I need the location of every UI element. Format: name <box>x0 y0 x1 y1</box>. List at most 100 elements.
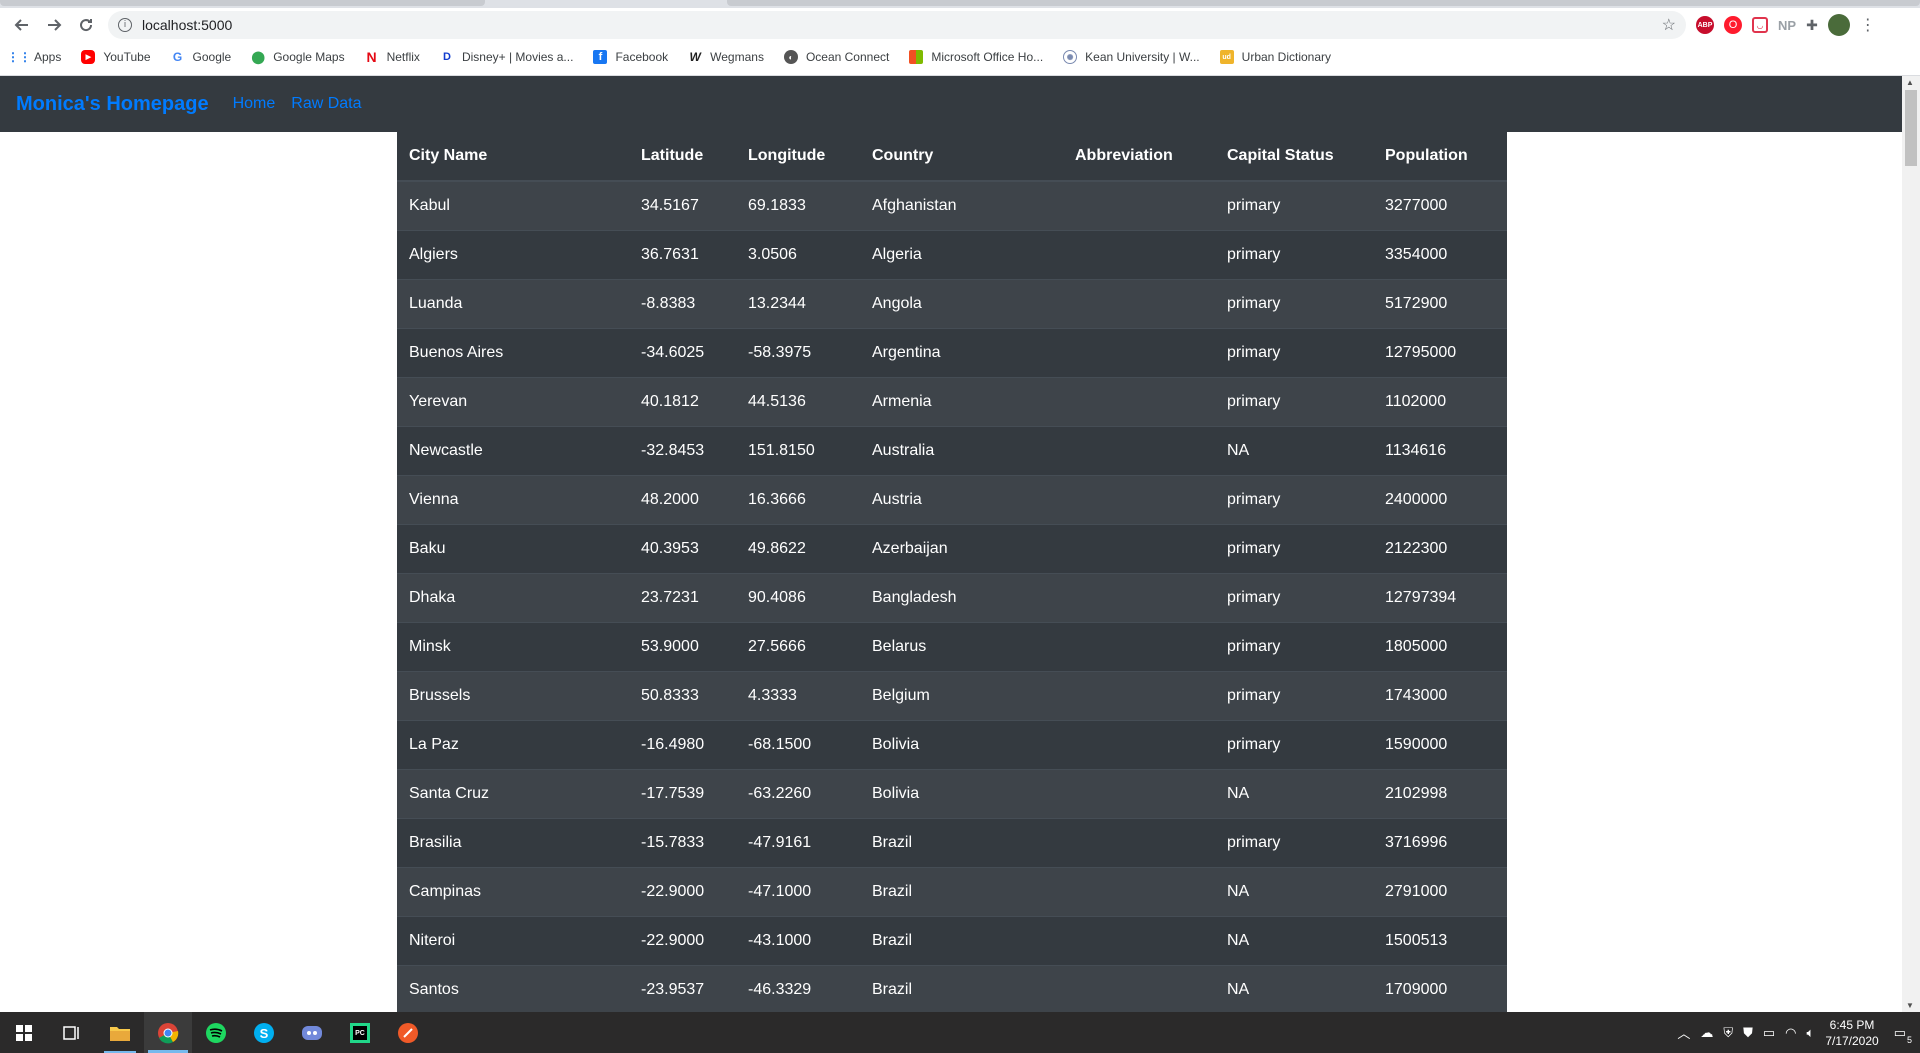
web-page: Monica's Homepage Home Raw Data City Nam… <box>0 76 1902 1012</box>
header-row: City Name Latitude Longitude Country Abb… <box>397 132 1507 182</box>
menu-kebab-icon[interactable]: ⋮ <box>1860 15 1876 35</box>
cell-longitude: -47.9161 <box>736 817 860 867</box>
forward-icon[interactable] <box>38 10 70 40</box>
address-bar[interactable]: i localhost:5000 ☆ <box>108 11 1686 39</box>
pycharm-icon[interactable]: PC <box>336 1012 384 1053</box>
cell-country: Angola <box>860 278 1063 328</box>
cell-city-name: Minsk <box>397 621 629 671</box>
security-icon[interactable]: ⛨ <box>1723 1025 1733 1041</box>
site-info-icon[interactable]: i <box>118 18 132 32</box>
bookmark-disney-plus[interactable]: D Disney+ | Movies a... <box>440 50 573 64</box>
bookmark-label: Apps <box>34 50 62 64</box>
file-explorer-icon[interactable] <box>96 1012 144 1053</box>
cell-abbreviation <box>1063 229 1215 279</box>
cell-country: Brazil <box>860 915 1063 965</box>
scrollbar-thumb[interactable] <box>1905 90 1917 166</box>
cell-capital-status: primary <box>1215 376 1373 426</box>
browser-tab[interactable] <box>727 0 1920 6</box>
bookmark-microsoft-office[interactable]: Microsoft Office Ho... <box>909 50 1043 64</box>
bookmark-star-icon[interactable]: ☆ <box>1662 15 1676 35</box>
page-scrollbar[interactable]: ▲ ▼ <box>1902 76 1920 1012</box>
cell-latitude: -22.9000 <box>629 915 736 965</box>
bookmark-urban-dictionary[interactable]: ud Urban Dictionary <box>1219 50 1332 64</box>
extensions-puzzle-icon[interactable]: ✚ <box>1806 17 1818 34</box>
header-abbreviation: Abbreviation <box>1063 132 1215 182</box>
spotify-icon[interactable] <box>192 1012 240 1053</box>
cell-country: Bolivia <box>860 768 1063 818</box>
cell-country: Brazil <box>860 817 1063 867</box>
bookmark-facebook[interactable]: f Facebook <box>593 50 668 64</box>
cell-capital-status: primary <box>1215 474 1373 524</box>
bookmark-kean-university[interactable]: ✺ Kean University | W... <box>1063 50 1200 64</box>
reload-icon[interactable] <box>70 10 102 40</box>
svg-text:PC: PC <box>355 1030 365 1037</box>
bookmark-google-maps[interactable]: ⬤ Google Maps <box>251 50 345 64</box>
cell-longitude: -58.3975 <box>736 327 860 377</box>
profile-avatar-icon[interactable] <box>1827 14 1850 36</box>
cities-table-container: City Name Latitude Longitude Country Abb… <box>397 132 1507 1012</box>
nav-link-home[interactable]: Home <box>233 95 276 113</box>
cell-latitude: -32.8453 <box>629 425 736 475</box>
cell-abbreviation <box>1063 719 1215 769</box>
cell-latitude: 53.9000 <box>629 621 736 671</box>
cell-longitude: 3.0506 <box>736 229 860 279</box>
show-hidden-icons-icon[interactable]: ︿ <box>1677 1023 1690 1042</box>
adblock-plus-icon[interactable]: ABP <box>1696 16 1714 34</box>
urban-dictionary-icon: ud <box>1219 50 1234 64</box>
cell-city-name: Brussels <box>397 670 629 720</box>
cell-population: 1102000 <box>1373 376 1507 426</box>
chrome-icon[interactable] <box>144 1012 192 1053</box>
cell-capital-status: NA <box>1215 768 1373 818</box>
bookmark-label: Urban Dictionary <box>1241 50 1332 64</box>
cell-capital-status: NA <box>1215 425 1373 475</box>
cell-capital-status: NA <box>1215 866 1373 916</box>
bookmark-apps[interactable]: ⋮⋮ Apps <box>7 50 62 64</box>
cell-longitude: 27.5666 <box>736 621 860 671</box>
table-row: La Paz -16.4980 -68.1500 Bolivia primary 1590… <box>397 719 1507 769</box>
bookmark-google[interactable]: G Google <box>171 50 231 64</box>
bookmark-youtube[interactable]: ▶ YouTube <box>81 50 151 64</box>
cell-population: 3716996 <box>1373 817 1507 867</box>
notification-center-icon[interactable]: ▭ 5 <box>1894 1025 1912 1045</box>
table-row: Campinas -22.9000 -47.1000 Brazil NA 2791000 <box>397 866 1507 916</box>
bookmark-label: Facebook <box>615 50 669 64</box>
system-clock[interactable]: 6:45 PM 7/17/2020 <box>1825 1017 1878 1049</box>
cell-abbreviation <box>1063 964 1215 1012</box>
url-text: localhost:5000 <box>142 17 233 33</box>
cell-capital-status: NA <box>1215 964 1373 1012</box>
volume-icon[interactable]: 🔈︎ <box>1807 1025 1815 1041</box>
ocean-connect-icon: ◐ <box>783 50 798 64</box>
nav-link-raw-data[interactable]: Raw Data <box>291 95 361 113</box>
skype-icon[interactable]: S <box>240 1012 288 1053</box>
network-warning-icon[interactable]: ☁ <box>1700 1025 1713 1041</box>
scroll-up-arrow-icon[interactable]: ▲ <box>1906 78 1914 87</box>
device-icon[interactable]: ▭ <box>1763 1025 1775 1041</box>
back-icon[interactable] <box>6 10 38 40</box>
cell-population: 12797394 <box>1373 572 1507 622</box>
browser-tab[interactable] <box>0 0 485 6</box>
bookmark-ocean-connect[interactable]: ◐ Ocean Connect <box>783 50 889 64</box>
table-row: Luanda -8.8383 13.2344 Angola primary 5172900 <box>397 278 1507 328</box>
opera-vpn-icon[interactable]: O <box>1724 16 1742 34</box>
cell-longitude: 4.3333 <box>736 670 860 720</box>
table-row: Vienna 48.2000 16.3666 Austria primary 240000… <box>397 474 1507 524</box>
cell-country: Bangladesh <box>860 572 1063 622</box>
cell-capital-status: primary <box>1215 523 1373 573</box>
task-view-icon[interactable] <box>48 1012 96 1053</box>
windows-start-icon[interactable] <box>0 1012 48 1053</box>
discord-icon[interactable] <box>288 1012 336 1053</box>
navbar-brand[interactable]: Monica's Homepage <box>16 93 209 116</box>
clock-time: 6:45 PM <box>1829 1017 1875 1032</box>
cell-abbreviation <box>1063 327 1215 377</box>
facebook-icon: f <box>593 50 608 64</box>
bookmark-netflix[interactable]: N Netflix <box>365 49 420 65</box>
shield-icon[interactable]: ⛊ <box>1743 1025 1753 1041</box>
cell-abbreviation <box>1063 621 1215 671</box>
bookmark-wegmans[interactable]: W Wegmans <box>688 50 763 64</box>
paint-icon[interactable] <box>384 1012 432 1053</box>
header-longitude: Longitude <box>736 132 860 182</box>
scroll-down-arrow-icon[interactable]: ▼ <box>1906 1001 1914 1010</box>
wifi-icon[interactable]: ◠ <box>1785 1025 1796 1041</box>
pocket-icon[interactable]: ◡ <box>1752 17 1768 33</box>
np-extension-icon[interactable]: NP <box>1778 18 1796 33</box>
